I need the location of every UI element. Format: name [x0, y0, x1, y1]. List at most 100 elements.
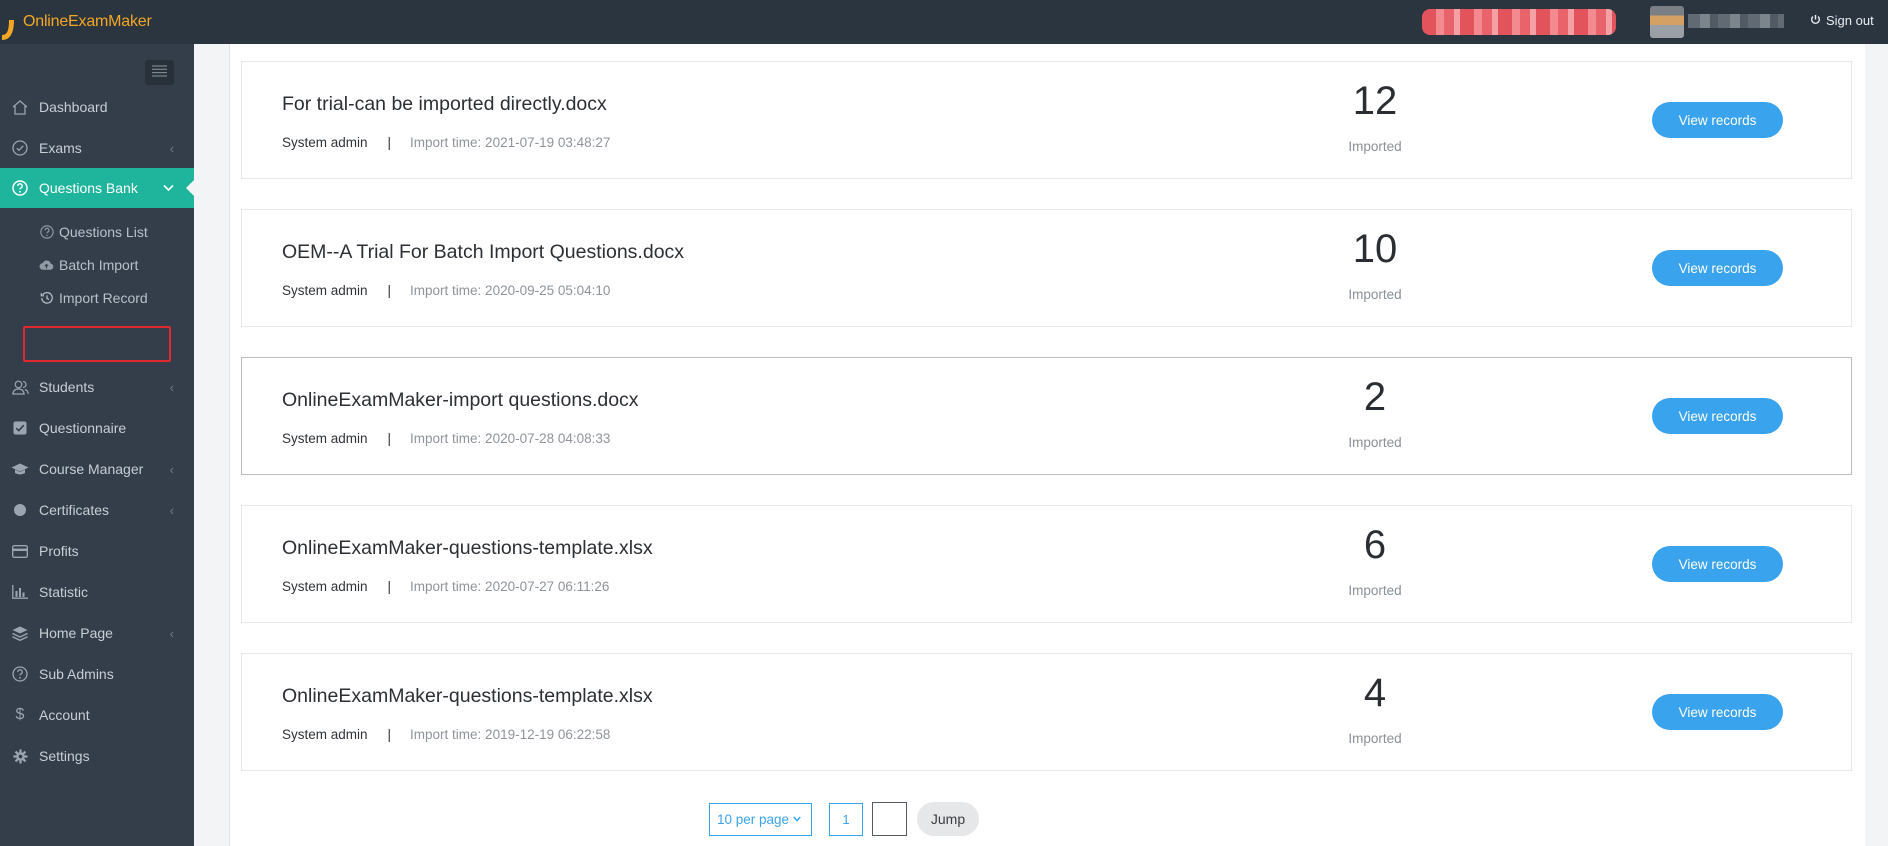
- sidebar-item-statistic[interactable]: Statistic: [0, 572, 194, 612]
- chevron-left-icon: ‹: [169, 380, 174, 395]
- sidebar-subitem-questions-list[interactable]: Questions List: [0, 216, 194, 248]
- question-circle-icon: [11, 665, 29, 683]
- cloud-upload-icon: [39, 258, 54, 273]
- record-count: 10: [1352, 227, 1398, 271]
- jump-page-input[interactable]: [872, 802, 907, 836]
- meta-separator: |: [387, 579, 392, 594]
- view-records-button[interactable]: View records: [1652, 398, 1783, 434]
- chevron-left-icon: ‹: [169, 626, 174, 641]
- checkbox-icon: [11, 419, 29, 437]
- history-icon: [39, 291, 54, 306]
- bar-chart-icon: [11, 583, 29, 601]
- record-meta: System admin | Import time: 2021-07-19 0…: [282, 135, 610, 150]
- record-author: System admin: [282, 579, 368, 594]
- logo-mark-icon: [0, 7, 22, 40]
- sidebar-subitem-label: Import Record: [59, 290, 148, 306]
- page-number-button[interactable]: 1: [829, 802, 863, 836]
- record-title: For trial-can be imported directly.docx: [282, 93, 607, 115]
- sidebar-item-label: Certificates: [39, 502, 110, 518]
- sidebar-item-label: Settings: [39, 748, 90, 764]
- meta-separator: |: [387, 135, 392, 150]
- sidebar-item-account[interactable]: $ Account: [0, 695, 194, 735]
- chevron-left-icon: ‹: [169, 462, 174, 477]
- record-author: System admin: [282, 135, 368, 150]
- view-records-button[interactable]: View records: [1652, 546, 1783, 582]
- sidebar-toggle-button[interactable]: [145, 60, 174, 85]
- record-title: OnlineExamMaker-import questions.docx: [282, 389, 639, 411]
- sidebar-item-label: Sub Admins: [39, 666, 114, 682]
- blurred-user-info: [1422, 9, 1616, 35]
- sidebar-item-exams[interactable]: Exams ‹: [0, 128, 194, 168]
- sidebar-item-questions-bank[interactable]: Questions Bank: [0, 168, 194, 208]
- avatar[interactable]: [1650, 6, 1684, 38]
- record-count-label: Imported: [1348, 731, 1402, 746]
- view-records-button[interactable]: View records: [1652, 102, 1783, 138]
- record-count: 4: [1363, 671, 1387, 715]
- sidebar-subitem-import-record[interactable]: Import Record: [0, 282, 194, 314]
- sidebar-item-label: Dashboard: [39, 99, 108, 115]
- record-import-time: Import time: 2021-07-19 03:48:27: [410, 135, 611, 150]
- check-circle-icon: [11, 139, 29, 157]
- gear-icon: [11, 747, 29, 765]
- sidebar-item-label: Statistic: [39, 584, 89, 600]
- sign-out-label: Sign out: [1826, 13, 1874, 28]
- record-count-label: Imported: [1348, 435, 1402, 450]
- sidebar-item-profits[interactable]: Profits: [0, 531, 194, 571]
- sidebar-item-settings[interactable]: Settings: [0, 736, 194, 776]
- jump-button[interactable]: Jump: [917, 802, 979, 836]
- question-circle-icon: [39, 225, 54, 240]
- record-meta: System admin | Import time: 2019-12-19 0…: [282, 727, 610, 742]
- sidebar-item-label: Account: [39, 707, 90, 723]
- chevron-down-icon: [793, 814, 801, 825]
- dollar-icon: $: [15, 706, 25, 723]
- import-record-card: OnlineExamMaker-questions-template.xlsx …: [241, 653, 1852, 771]
- record-import-time: Import time: 2019-12-19 06:22:58: [410, 727, 611, 742]
- logo-text: OnlineExamMaker: [23, 13, 152, 30]
- pagination: 10 per page 1 Jump: [709, 802, 979, 836]
- record-meta: System admin | Import time: 2020-07-27 0…: [282, 579, 609, 594]
- meta-separator: |: [387, 431, 392, 446]
- chevron-left-icon: ‹: [169, 141, 174, 156]
- record-meta: System admin | Import time: 2020-09-25 0…: [282, 283, 610, 298]
- menu-icon: [152, 64, 167, 82]
- record-author: System admin: [282, 283, 368, 298]
- import-record-highlight-box: [23, 326, 171, 362]
- main-content: For trial-can be imported directly.docx …: [229, 44, 1865, 846]
- sidebar-item-home-page[interactable]: Home Page ‹: [0, 613, 194, 653]
- sidebar-item-label: Home Page: [39, 625, 113, 641]
- sidebar-item-label: Students: [39, 379, 95, 395]
- sidebar-item-sub-admins[interactable]: Sub Admins: [0, 654, 194, 694]
- sidebar-item-certificates[interactable]: Certificates ‹: [0, 490, 194, 530]
- record-import-time: Import time: 2020-07-28 04:08:33: [410, 431, 611, 446]
- sidebar-subitem-batch-import[interactable]: Batch Import: [0, 249, 194, 281]
- record-title: OnlineExamMaker-questions-template.xlsx: [282, 685, 653, 707]
- sidebar-subitem-label: Batch Import: [59, 257, 139, 273]
- sidebar-item-label: Profits: [39, 543, 79, 559]
- record-title: OnlineExamMaker-questions-template.xlsx: [282, 537, 653, 559]
- app-logo[interactable]: OnlineExamMaker: [0, 0, 152, 44]
- per-page-select[interactable]: 10 per page: [709, 802, 812, 836]
- view-records-button[interactable]: View records: [1652, 694, 1783, 730]
- power-icon: [1810, 13, 1821, 28]
- chevron-down-icon: [163, 180, 174, 195]
- import-record-card: OnlineExamMaker-questions-template.xlsx …: [241, 505, 1852, 623]
- per-page-value: 10 per page: [717, 811, 790, 827]
- question-circle-icon: [11, 179, 29, 197]
- sidebar-item-students[interactable]: Students ‹: [0, 367, 194, 407]
- layers-icon: [11, 624, 29, 642]
- sidebar-item-label: Course Manager: [39, 461, 144, 477]
- chevron-left-icon: ‹: [169, 503, 174, 518]
- sidebar-item-course-manager[interactable]: Course Manager ‹: [0, 449, 194, 489]
- blurred-username: [1688, 14, 1784, 28]
- view-records-button[interactable]: View records: [1652, 250, 1783, 286]
- top-bar: OnlineExamMaker Sign out: [0, 0, 1888, 44]
- record-author: System admin: [282, 431, 368, 446]
- record-import-time: Import time: 2020-07-27 06:11:26: [410, 579, 610, 594]
- sidebar-item-questionnaire[interactable]: Questionnaire: [0, 408, 194, 448]
- users-icon: [11, 378, 29, 396]
- meta-separator: |: [387, 727, 392, 742]
- circle-icon: [11, 501, 29, 519]
- sign-out-button[interactable]: Sign out: [1810, 13, 1874, 28]
- record-count: 2: [1363, 375, 1387, 419]
- sidebar-item-dashboard[interactable]: Dashboard: [0, 87, 194, 127]
